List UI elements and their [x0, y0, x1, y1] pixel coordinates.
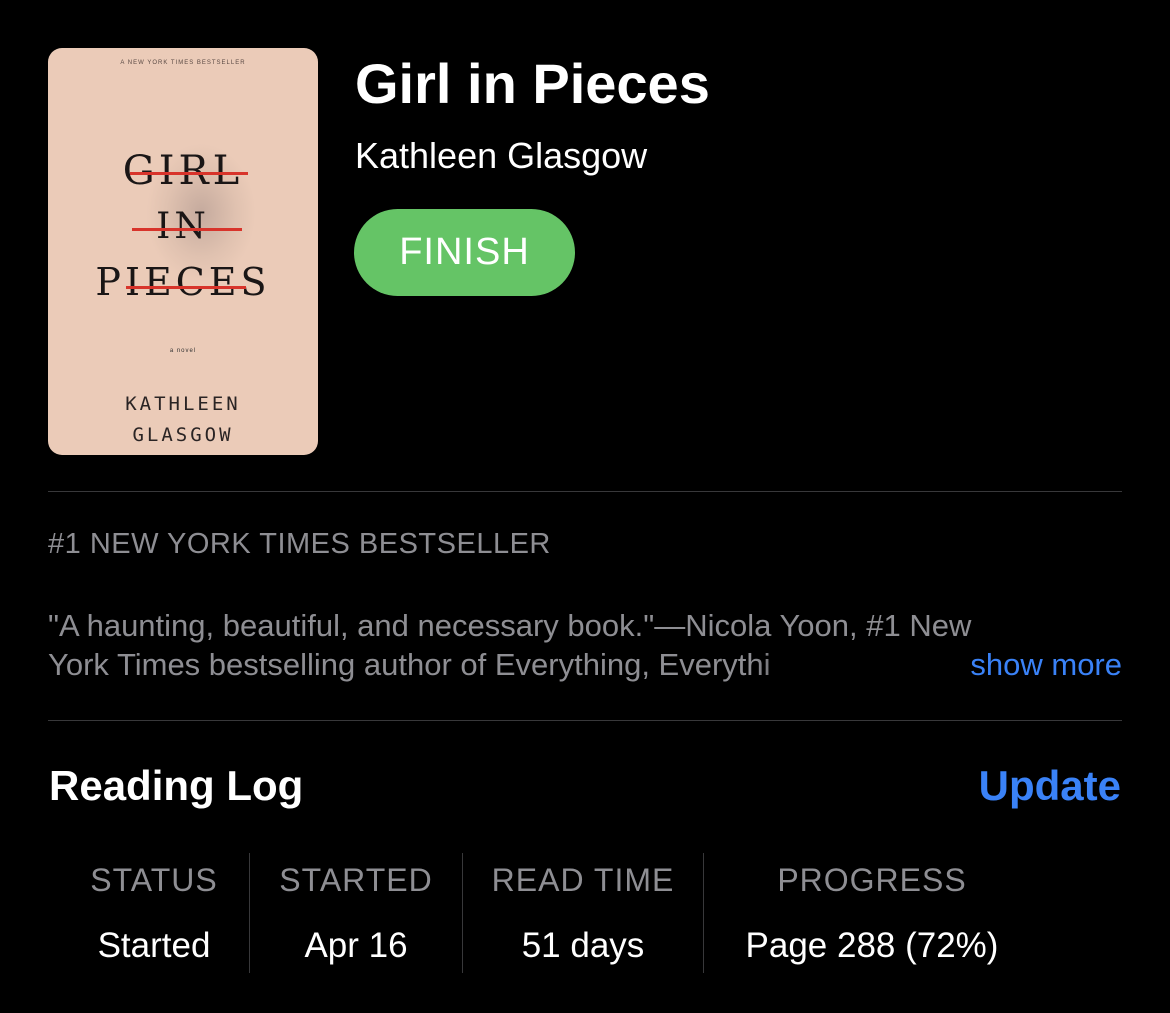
- description-line-2-wrap: York Times bestselling author of Everyth…: [48, 645, 1122, 684]
- update-button[interactable]: Update: [979, 760, 1121, 812]
- stat-read-time: READ TIME 51 days: [463, 860, 703, 968]
- stat-started: STARTED Apr 16: [250, 860, 462, 968]
- book-title: Girl in Pieces: [355, 52, 710, 115]
- description-fade: [752, 645, 862, 684]
- book-author[interactable]: Kathleen Glasgow: [355, 134, 647, 178]
- cover-author-first: KATHLEEN: [125, 393, 241, 415]
- show-more-link[interactable]: show more: [970, 645, 1122, 684]
- description-line-1: "A haunting, beautiful, and necessary bo…: [48, 608, 972, 643]
- divider-middle: [48, 720, 1122, 721]
- stat-label: PROGRESS: [777, 862, 967, 898]
- cover-word-in: IN: [156, 206, 210, 247]
- bestseller-tagline: #1 NEW YORK TIMES BESTSELLER: [48, 528, 551, 560]
- stat-progress: PROGRESS Page 288 (72%): [704, 860, 1040, 968]
- cover-word-pieces: PIECES: [95, 260, 271, 304]
- reading-log-heading: Reading Log: [49, 762, 304, 809]
- cover-strike-1: [130, 172, 248, 175]
- stat-value: Apr 16: [304, 926, 408, 965]
- cover-word-girl: GIRL: [122, 148, 244, 194]
- stat-label: STARTED: [279, 862, 433, 898]
- stat-value: 51 days: [521, 926, 645, 965]
- divider-top: [48, 491, 1122, 492]
- stat-label: READ TIME: [491, 862, 675, 898]
- book-cover[interactable]: A NEW YORK TIMES BESTSELLER GIRL IN PIEC…: [48, 48, 318, 455]
- finish-button[interactable]: FINISH: [354, 209, 575, 296]
- cover-author-last: GLASGOW: [132, 424, 234, 446]
- cover-tagline: A NEW YORK TIMES BESTSELLER: [120, 60, 246, 66]
- stat-status: STATUS Started: [60, 860, 248, 968]
- stat-value: Page 288 (72%): [745, 926, 999, 965]
- book-description: "A haunting, beautiful, and necessary bo…: [48, 606, 1122, 684]
- stat-label: STATUS: [90, 862, 218, 898]
- cover-strike-3: [126, 286, 246, 289]
- stat-value: Started: [97, 926, 211, 965]
- cover-novel-label: a novel: [169, 348, 197, 354]
- description-line-2: York Times bestselling author of Everyth…: [48, 647, 771, 682]
- cover-strike-2: [132, 228, 242, 231]
